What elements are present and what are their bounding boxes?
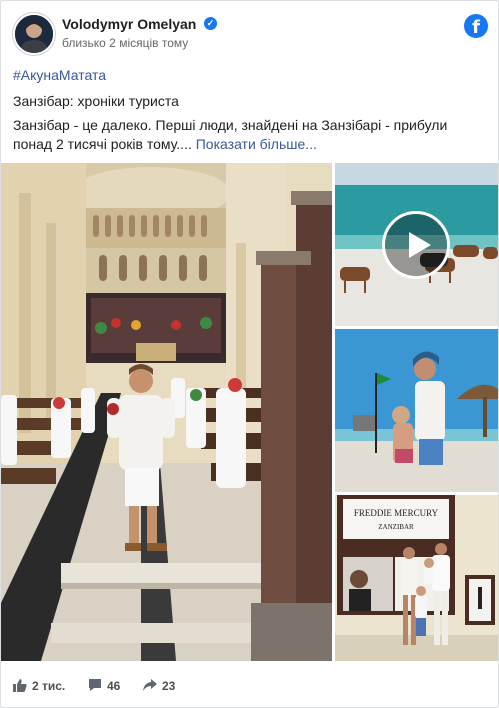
freddie-mercury-photo[interactable]: FREDDIE MERCURY ZANZIBAR: [335, 495, 498, 661]
post-footer: 2 тис. 46 23: [1, 677, 498, 707]
shares-count: 23: [162, 679, 176, 693]
post-hashtag[interactable]: #АкунаМатата: [13, 67, 106, 83]
mercury-sign-line2: ZANZIBAR: [378, 523, 414, 531]
comment-icon: [89, 679, 101, 691]
post-header: Volodymyr Omelyan ✓ близько 2 місяців то…: [1, 1, 498, 59]
play-icon[interactable]: [382, 211, 450, 279]
like-icon: [13, 679, 27, 692]
author-avatar[interactable]: [13, 13, 55, 55]
mother-child-photo[interactable]: [335, 329, 498, 492]
post-subtitle: Занзібар: хроніки туриста: [13, 93, 179, 109]
photo-gallery: FREDDIE MERCURY ZANZIBAR: [1, 161, 498, 661]
likes-count: 2 тис.: [32, 679, 66, 693]
comments-count: 46: [107, 679, 121, 693]
mercury-sign-line1: FREDDIE MERCURY: [353, 508, 439, 518]
facebook-post-card: Volodymyr Omelyan ✓ близько 2 місяців то…: [0, 0, 499, 708]
beach-cows-video-thumbnail[interactable]: [335, 163, 498, 326]
share-icon: [143, 679, 157, 691]
post-text: Занзібар - це далеко. Перші люди, знайде…: [13, 116, 483, 154]
church-photo[interactable]: [1, 163, 332, 661]
post-timestamp[interactable]: близько 2 місяців тому: [62, 36, 188, 50]
facebook-logo[interactable]: f: [464, 14, 488, 38]
see-more-link[interactable]: Показати більше...: [196, 136, 317, 152]
author-name[interactable]: Volodymyr Omelyan: [62, 16, 196, 32]
verified-icon: ✓: [204, 17, 217, 30]
